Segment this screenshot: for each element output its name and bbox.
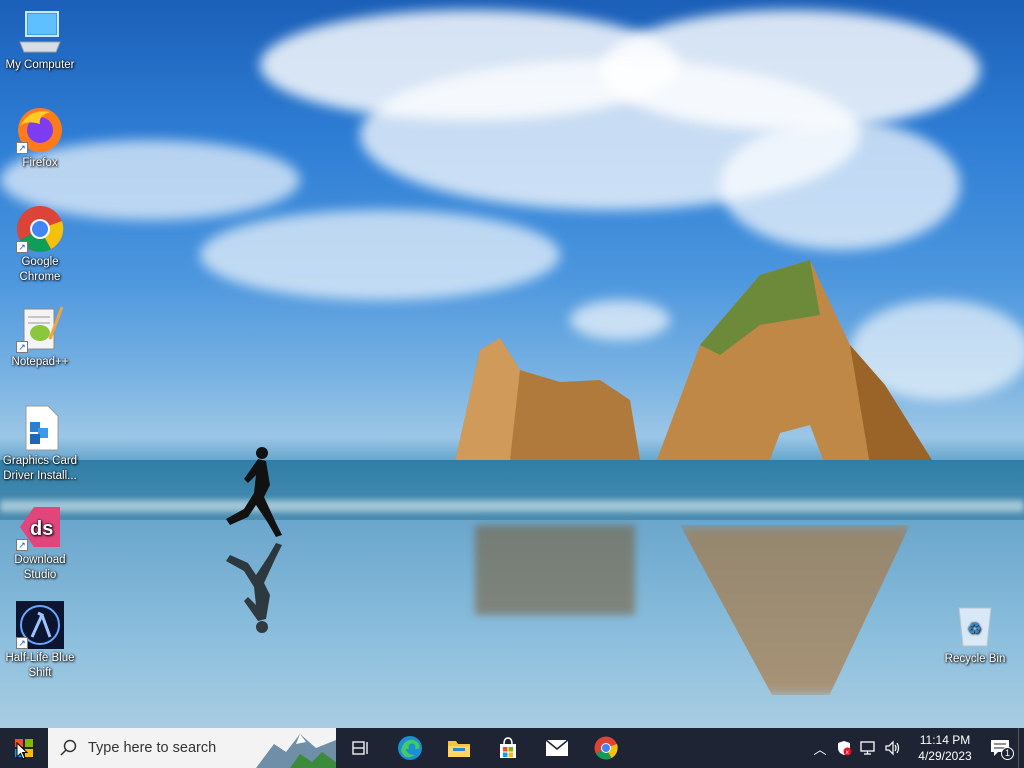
desktop-icon-recycle-bin[interactable]: ♻ Recycle Bin (935, 602, 1015, 667)
shortcut-arrow-icon: ↗ (16, 341, 28, 353)
taskbar-file-explorer-button[interactable] (434, 728, 483, 768)
search-placeholder: Type here to search (88, 740, 217, 756)
notification-count-badge: 1 (1001, 747, 1014, 760)
taskbar-edge-button[interactable] (385, 728, 434, 768)
chevron-up-icon: ︿ (813, 741, 827, 757)
volume-button[interactable] (880, 728, 904, 768)
desktop-icon-notepadpp[interactable]: ↗ Notepad++ (0, 305, 80, 370)
speaker-icon (885, 740, 900, 756)
network-icon (860, 741, 875, 755)
runner-reflection (226, 543, 282, 633)
desktop-icon-label: Download Studio (14, 554, 66, 581)
taskbar-mail-button[interactable] (532, 728, 581, 768)
task-view-icon (351, 741, 368, 755)
desktop-icon-download-studio[interactable]: ds ↗ Download Studio (0, 503, 80, 583)
desktop-icon-google-chrome[interactable]: ↗ Google Chrome (0, 205, 80, 285)
arch-rock (655, 260, 935, 465)
security-warning-icon: x (838, 741, 852, 756)
shortcut-arrow-icon: ↗ (16, 241, 28, 253)
cloud (720, 120, 960, 250)
rock-reflection (475, 525, 635, 615)
shortcut-arrow-icon: ↗ (16, 142, 28, 154)
desktop-icon-label: Firefox (22, 157, 58, 169)
taskbar-clock[interactable]: 11:14 PM 4/29/2023 (908, 732, 982, 764)
desktop-wallpaper (0, 0, 1024, 728)
desktop-icon-label: Recycle Bin (944, 653, 1006, 665)
desktop-icon-label: Half-Life Blue Shift (5, 652, 75, 679)
notepadpp-icon: ↗ (16, 305, 64, 353)
taskbar-store-button[interactable] (483, 728, 532, 768)
desktop-icon-graphics-driver-installer[interactable]: Graphics Card Driver Install... (0, 404, 80, 484)
mouse-cursor-icon (16, 742, 28, 760)
network-button[interactable] (856, 728, 880, 768)
store-icon (499, 737, 516, 758)
task-view-button[interactable] (336, 728, 385, 768)
driver-installer-icon (16, 404, 64, 452)
download-studio-icon: ds ↗ (16, 503, 64, 551)
desktop-icon-my-computer[interactable]: My Computer (0, 8, 80, 73)
desktop-icon-label: Google Chrome (19, 256, 61, 283)
file-explorer-icon (447, 741, 470, 757)
clock-date: 4/29/2023 (918, 749, 972, 763)
security-status-button[interactable]: x (832, 728, 856, 768)
clock-time: 11:14 PM (919, 733, 971, 747)
chrome-icon: ↗ (16, 205, 64, 253)
taskbar-chrome-button[interactable] (581, 728, 630, 768)
svg-text:♻: ♻ (967, 619, 981, 638)
desktop-icon-label: Graphics Card Driver Install... (2, 455, 78, 482)
runner-silhouette (226, 447, 282, 537)
taskbar-search-box[interactable]: Type here to search (48, 728, 336, 768)
wave-foam (0, 500, 1024, 512)
cloud (200, 210, 560, 300)
taskbar: Type here to search ︿ x 11:14 PM 4/29/20… (0, 728, 1024, 768)
search-icon (60, 739, 77, 756)
mail-icon (545, 739, 568, 756)
edge-icon (397, 736, 422, 760)
computer-icon (16, 8, 64, 56)
small-rock (455, 338, 640, 462)
shortcut-arrow-icon: ↗ (16, 637, 28, 649)
chrome-icon (594, 736, 618, 760)
recycle-bin-icon: ♻ (951, 602, 999, 650)
shortcut-arrow-icon: ↗ (16, 539, 28, 551)
desktop-icon-half-life-blue-shift[interactable]: ↗ Half-Life Blue Shift (0, 601, 80, 681)
system-tray: ︿ x 11:14 PM 4/29/2023 1 (808, 728, 1024, 768)
half-life-icon: ↗ (16, 601, 64, 649)
firefox-icon: ↗ (16, 106, 64, 154)
cloud (600, 10, 980, 130)
action-center-button[interactable]: 1 (982, 728, 1018, 768)
show-desktop-button[interactable] (1018, 728, 1024, 768)
desktop-icon-label: Notepad++ (11, 356, 69, 368)
desktop-icon-label: My Computer (5, 59, 75, 71)
show-hidden-icons-button[interactable]: ︿ (808, 728, 832, 768)
svg-text:ds: ds (30, 518, 53, 540)
desktop-icon-firefox[interactable]: ↗ Firefox (0, 106, 80, 171)
search-highlight-art-icon (256, 734, 336, 768)
svg-text:x: x (846, 749, 850, 756)
